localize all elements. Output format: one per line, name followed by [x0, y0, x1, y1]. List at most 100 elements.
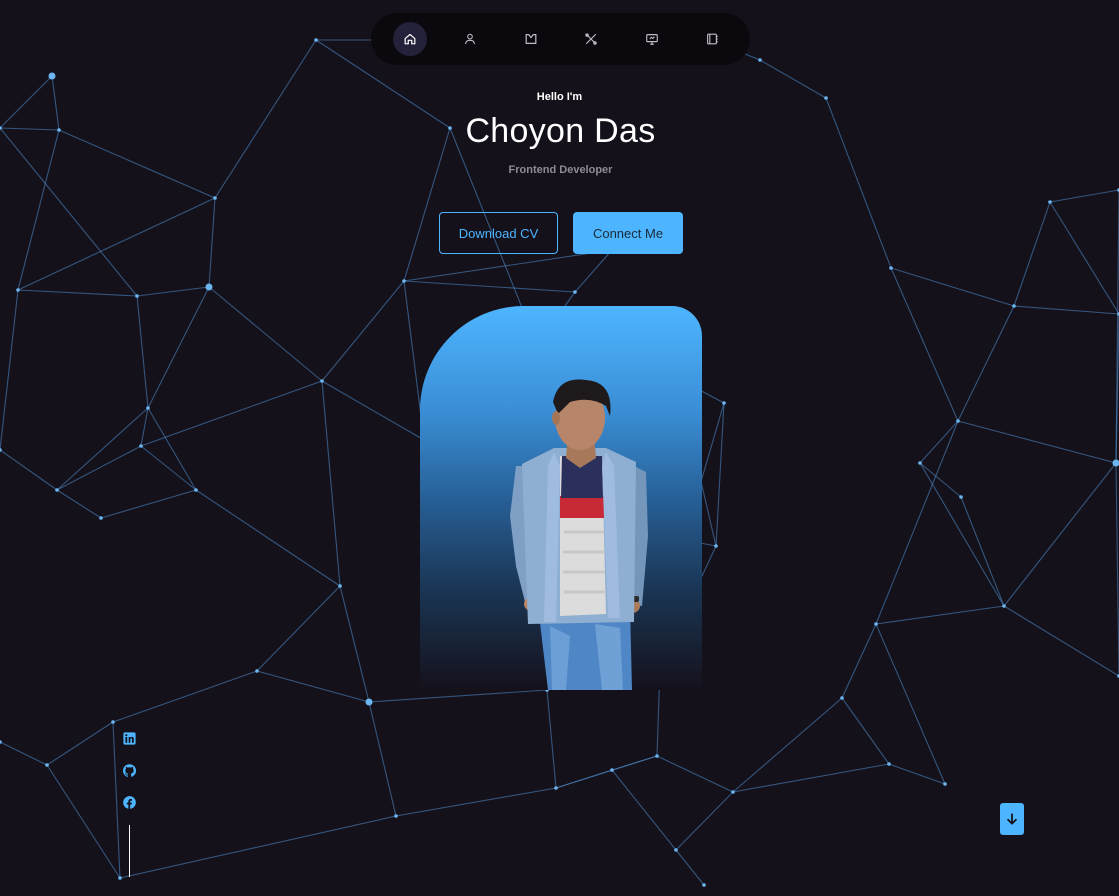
- network-line: [339, 585, 370, 703]
- network-node: [918, 461, 922, 465]
- network-node: [394, 814, 398, 818]
- network-node: [99, 516, 103, 520]
- network-line: [147, 286, 210, 409]
- network-node: [16, 288, 20, 292]
- network-line: [403, 280, 576, 293]
- network-line: [1003, 462, 1117, 607]
- nav-skills[interactable]: [574, 22, 608, 56]
- connect-me-button[interactable]: Connect Me: [573, 212, 683, 254]
- network-node: [320, 379, 324, 383]
- network-line: [321, 380, 425, 441]
- network-node: [722, 401, 726, 405]
- network-line: [1013, 201, 1051, 307]
- network-node: [194, 488, 198, 492]
- network-line: [140, 380, 323, 447]
- network-line: [395, 787, 557, 817]
- network-line: [140, 445, 197, 491]
- network-line: [888, 763, 946, 785]
- network-line: [0, 449, 58, 491]
- network-node: [48, 72, 56, 80]
- monitor-icon: [646, 34, 658, 45]
- nav-projects[interactable]: [635, 22, 669, 56]
- user-icon: [465, 33, 475, 45]
- network-node: [610, 768, 614, 772]
- network-node: [365, 698, 373, 706]
- network-line: [256, 585, 341, 672]
- network-node: [55, 488, 59, 492]
- profile-photo: [510, 379, 648, 690]
- network-line: [17, 129, 60, 291]
- nav-contact[interactable]: [695, 22, 729, 56]
- social-divider-line: [129, 825, 130, 877]
- network-line: [403, 249, 613, 282]
- network-line: [112, 721, 121, 879]
- top-nav: [371, 13, 750, 65]
- network-node: [674, 848, 678, 852]
- developer-role: Frontend Developer: [508, 164, 613, 176]
- network-line: [957, 420, 1117, 464]
- book-icon: [525, 34, 537, 44]
- network-line: [321, 280, 405, 382]
- linkedin-link[interactable]: [122, 731, 136, 745]
- network-node: [205, 283, 213, 291]
- contact-book-icon: [707, 33, 718, 45]
- network-node: [1048, 200, 1052, 204]
- network-node: [118, 876, 122, 880]
- network-node: [314, 38, 318, 42]
- facebook-icon: [122, 795, 136, 809]
- network-node: [956, 419, 960, 423]
- network-line: [675, 849, 705, 886]
- network-node: [45, 763, 49, 767]
- network-line: [875, 420, 959, 625]
- network-line: [256, 670, 370, 703]
- network-line: [890, 267, 1015, 307]
- scroll-down-button[interactable]: [1000, 803, 1024, 835]
- network-line: [875, 605, 1005, 625]
- network-node: [213, 196, 217, 200]
- network-line: [919, 420, 959, 464]
- network-node: [889, 266, 893, 270]
- network-line: [656, 755, 734, 793]
- network-line: [732, 763, 890, 793]
- network-line: [841, 697, 890, 765]
- network-node: [255, 669, 259, 673]
- network-node: [702, 883, 706, 887]
- network-line: [368, 689, 548, 703]
- network-node: [135, 294, 139, 298]
- network-node: [554, 786, 558, 790]
- arrow-down-icon: [1007, 813, 1017, 825]
- network-line: [136, 286, 210, 297]
- facebook-link[interactable]: [122, 795, 136, 809]
- download-cv-button[interactable]: Download CV: [439, 212, 558, 254]
- network-line: [0, 127, 138, 297]
- network-line: [890, 267, 959, 422]
- developer-name: Choyon Das: [465, 112, 656, 150]
- network-line: [0, 289, 19, 451]
- network-line: [0, 741, 48, 766]
- network-line: [574, 249, 613, 293]
- network-line: [957, 305, 1015, 422]
- network-node: [758, 58, 762, 62]
- network-line: [1049, 201, 1119, 315]
- network-line: [1049, 189, 1119, 203]
- network-line: [675, 791, 734, 851]
- portfolio-page: Hello I'm Choyon Das Frontend Developer …: [0, 0, 1119, 896]
- network-line: [1003, 605, 1119, 677]
- network-line: [555, 755, 658, 789]
- network-line: [119, 815, 397, 879]
- network-line: [46, 721, 114, 766]
- github-link[interactable]: [122, 763, 136, 777]
- greeting-text: Hello I'm: [536, 91, 583, 103]
- network-line: [17, 289, 138, 297]
- network-node: [887, 762, 891, 766]
- network-node: [1002, 604, 1006, 608]
- network-line: [1013, 305, 1119, 315]
- nav-home[interactable]: [393, 22, 427, 56]
- network-node: [1012, 304, 1016, 308]
- network-node: [573, 290, 577, 294]
- nav-about[interactable]: [453, 22, 487, 56]
- nav-education[interactable]: [514, 22, 548, 56]
- profile-photo-card: [420, 306, 702, 690]
- network-node: [655, 754, 659, 758]
- network-line: [368, 701, 397, 817]
